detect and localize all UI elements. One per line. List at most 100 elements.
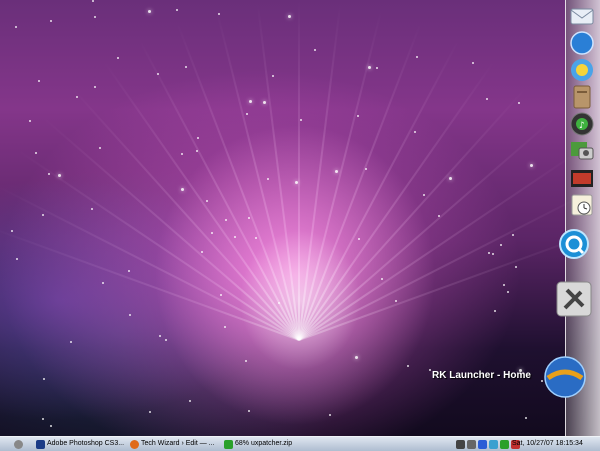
wallpaper-star xyxy=(50,20,52,22)
wallpaper-star xyxy=(149,411,151,413)
wallpaper-star xyxy=(494,310,496,312)
wallpaper-star xyxy=(512,234,514,236)
wallpaper-star xyxy=(300,119,302,121)
wallpaper-star xyxy=(329,414,331,416)
wallpaper-star xyxy=(407,365,409,367)
wallpaper-star xyxy=(11,230,13,232)
wallpaper-star xyxy=(525,417,527,419)
wallpaper-ray xyxy=(298,0,300,340)
network-icon[interactable] xyxy=(489,439,498,449)
taskbar-item-label: 68% uxpatcher.zip xyxy=(235,440,293,447)
wallpaper-star xyxy=(129,314,131,316)
bluetooth-icon[interactable] xyxy=(478,439,487,449)
play-icon[interactable] xyxy=(500,439,509,449)
wallpaper-star xyxy=(197,137,199,139)
wallpaper-star xyxy=(358,238,360,240)
wallpaper-star xyxy=(206,200,208,202)
taskbar-item-firefox[interactable]: Tech Wizard › Edit — ... xyxy=(130,438,220,450)
wallpaper-star xyxy=(295,181,298,184)
taskbar-item-photoshop[interactable]: Adobe Photoshop CS3... xyxy=(36,438,126,450)
wallpaper-star xyxy=(234,236,236,238)
wallpaper-star xyxy=(94,86,96,88)
wallpaper-star xyxy=(58,174,61,177)
wallpaper-star xyxy=(128,270,130,272)
speaker-icon[interactable] xyxy=(467,439,476,449)
system-tools-icon[interactable] xyxy=(555,280,593,318)
wallpaper-star xyxy=(157,73,159,75)
photoshop-icon xyxy=(36,439,45,449)
wallpaper-star xyxy=(91,208,93,210)
wallpaper-star xyxy=(70,341,72,343)
wallpaper-star xyxy=(368,66,371,69)
wallpaper-star xyxy=(416,56,418,58)
wallpaper-ray xyxy=(298,149,582,341)
wallpaper-star xyxy=(278,302,280,304)
safari-icon[interactable] xyxy=(569,30,595,56)
wallpaper-star xyxy=(492,253,494,255)
wallpaper-star xyxy=(365,168,367,170)
monitor-icon[interactable] xyxy=(456,439,465,449)
wallpaper-star xyxy=(225,219,227,221)
wallpaper-star xyxy=(507,291,509,293)
taskbar-item-download[interactable]: 68% uxpatcher.zip xyxy=(224,438,314,450)
start-button[interactable] xyxy=(14,438,23,450)
wallpaper-star xyxy=(16,258,18,260)
wallpaper-star xyxy=(246,113,248,115)
launcher-label: RK Launcher - Home xyxy=(432,370,531,381)
wallpaper-star xyxy=(503,284,505,286)
wallpaper-star xyxy=(196,150,198,152)
wallpaper-star xyxy=(267,178,269,180)
wallpaper-star xyxy=(414,131,416,133)
wallpaper-star xyxy=(500,244,502,246)
quicktime-icon[interactable] xyxy=(558,228,590,260)
mail-icon[interactable] xyxy=(569,3,595,29)
wallpaper-star xyxy=(48,173,50,175)
clock: Sat, 10/27/07 18:15:34 xyxy=(512,440,583,447)
wallpaper-star xyxy=(159,335,161,337)
wallpaper-star xyxy=(245,360,247,362)
wallpaper-star xyxy=(449,177,452,180)
wallpaper-star xyxy=(29,120,31,122)
wallpaper-star xyxy=(423,194,425,196)
wallpaper-star xyxy=(43,378,45,380)
wallpaper-star xyxy=(42,418,44,420)
iphoto-icon[interactable] xyxy=(569,138,595,164)
wallpaper-star xyxy=(92,0,94,2)
imovie-icon[interactable] xyxy=(569,165,595,191)
wallpaper-star xyxy=(381,278,383,280)
launcher-home-icon[interactable] xyxy=(540,352,590,402)
wallpaper-star xyxy=(185,66,187,68)
wallpaper-star xyxy=(94,16,96,18)
wallpaper-star xyxy=(148,10,151,13)
wallpaper-star xyxy=(176,9,178,11)
address-book-icon[interactable] xyxy=(569,84,595,110)
firefox-icon xyxy=(130,439,139,449)
itunes-icon[interactable]: ♪ xyxy=(569,111,595,137)
wallpaper-star xyxy=(248,410,250,412)
taskbar-item-label: Tech Wizard › Edit — ... xyxy=(141,440,215,447)
ical-icon[interactable] xyxy=(569,192,595,218)
wallpaper-star xyxy=(50,425,52,427)
wallpaper-star xyxy=(248,217,250,219)
wallpaper-star xyxy=(438,215,440,217)
wallpaper-star xyxy=(35,152,37,154)
wallpaper-star xyxy=(211,232,213,234)
wallpaper-star xyxy=(376,67,378,69)
wallpaper-star xyxy=(38,80,40,82)
apple-icon xyxy=(14,439,23,449)
wallpaper-star xyxy=(218,13,220,15)
wallpaper-star xyxy=(272,75,274,77)
wallpaper-star xyxy=(472,62,474,64)
wallpaper-star xyxy=(42,214,44,216)
tray xyxy=(456,438,520,450)
wallpaper-star xyxy=(530,164,533,167)
taskbar-item-label: Adobe Photoshop CS3... xyxy=(47,440,125,447)
wallpaper-star xyxy=(486,98,488,100)
wallpaper-ray xyxy=(176,22,300,341)
wallpaper-star xyxy=(220,294,222,296)
wallpaper-star xyxy=(181,153,183,155)
wallpaper-star xyxy=(515,266,517,268)
wallpaper-star xyxy=(249,100,252,103)
wallpaper-star xyxy=(181,188,184,191)
ichat-icon[interactable] xyxy=(569,57,595,83)
